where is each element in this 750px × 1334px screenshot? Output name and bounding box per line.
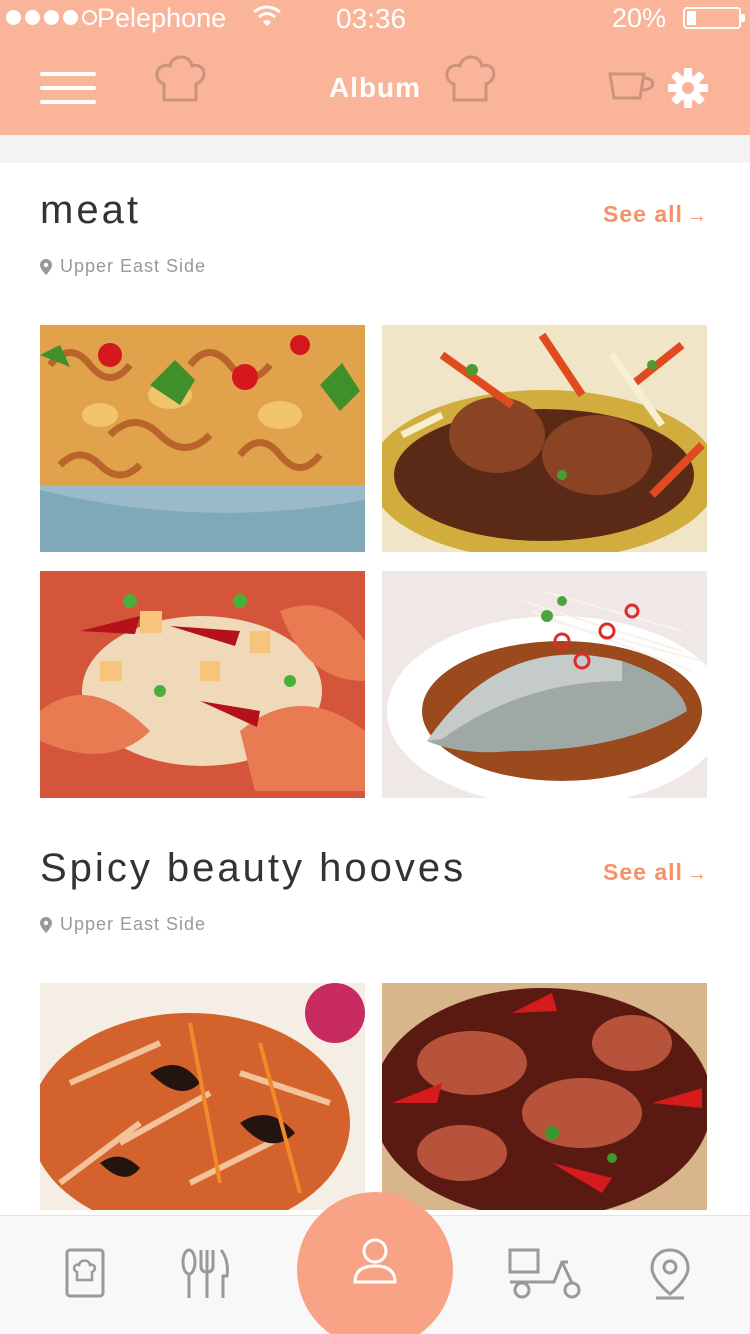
see-all-link[interactable]: See all → [603, 201, 708, 228]
page-title: Album [328, 72, 422, 103]
food-photo-octopus[interactable] [40, 325, 365, 552]
section-title: meat [40, 188, 141, 232]
battery-icon [683, 7, 745, 29]
food-photo-braised-duck[interactable] [382, 325, 707, 552]
location-row: Upper East Side [40, 256, 206, 277]
delivery-scooter-icon[interactable] [506, 1246, 586, 1302]
carrier-name: Pelephone [97, 3, 227, 33]
app-header: Pelephone 03:36 20% Album [0, 0, 750, 135]
recipe-book-icon[interactable] [57, 1246, 113, 1302]
location-pin-icon [40, 258, 52, 275]
signal-strength-icon [6, 10, 97, 25]
gear-icon[interactable] [667, 67, 709, 109]
status-bar: Pelephone 03:36 20% [0, 0, 750, 40]
food-photo-steamed-fish[interactable] [382, 571, 707, 798]
location-row: Upper East Side [40, 914, 206, 935]
arrow-right-icon: → [686, 205, 708, 227]
food-photo-spicy-trotter[interactable] [382, 983, 707, 1210]
arrow-right-icon: → [686, 863, 708, 885]
section-title: Spicy beauty hooves [40, 846, 467, 890]
see-all-label: See all [603, 201, 683, 227]
battery-percentage: 20% [612, 3, 667, 33]
clock: 03:36 [336, 3, 407, 34]
see-all-label: See all [603, 859, 683, 885]
utensils-icon[interactable] [177, 1246, 233, 1302]
map-pin-icon[interactable] [642, 1246, 698, 1302]
user-icon [353, 1238, 397, 1284]
divider [0, 135, 750, 163]
location-label: Upper East Side [60, 256, 207, 276]
profile-button[interactable] [297, 1192, 453, 1334]
see-all-link[interactable]: See all → [603, 859, 708, 886]
food-photo-spicy-shrimp[interactable] [40, 571, 365, 798]
location-label: Upper East Side [60, 914, 207, 934]
wifi-icon [253, 5, 281, 26]
location-pin-icon [40, 916, 52, 933]
food-photo-shredded-pork[interactable] [40, 983, 365, 1210]
